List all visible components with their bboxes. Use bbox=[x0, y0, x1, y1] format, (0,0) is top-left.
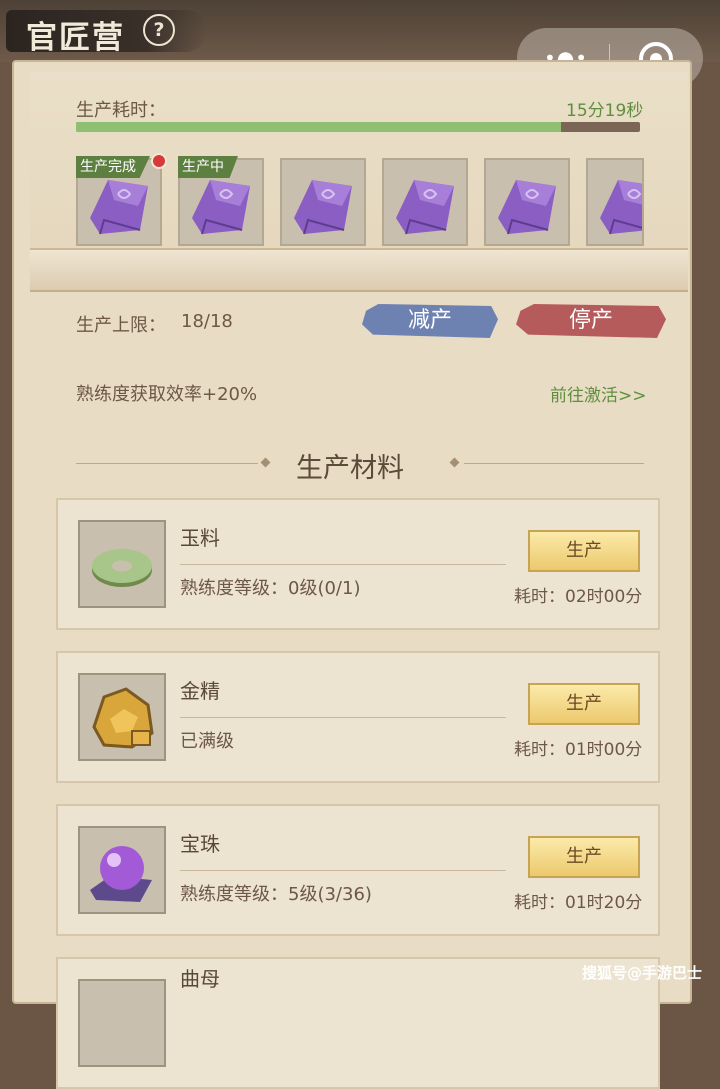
notification-dot bbox=[151, 153, 167, 169]
material-divider bbox=[180, 564, 506, 565]
material-divider bbox=[180, 717, 506, 718]
slot-status-tag: 生产完成 bbox=[76, 156, 150, 178]
section-title: 生产材料 bbox=[296, 453, 404, 484]
material-divider bbox=[180, 870, 506, 871]
jade-icon bbox=[78, 520, 166, 608]
activate-link[interactable]: 前往激活>> bbox=[550, 381, 647, 406]
watermark: 搜狐号@手游巴士 bbox=[582, 964, 703, 982]
material-card: 金精 已满级 生产 耗时：01时00分 bbox=[56, 651, 660, 783]
limit-label: 生产上限： bbox=[76, 315, 166, 336]
help-icon[interactable]: ? bbox=[143, 14, 175, 46]
production-slot[interactable] bbox=[382, 158, 468, 246]
section-divider-left bbox=[76, 463, 258, 464]
material-time: 耗时：01时00分 bbox=[514, 740, 643, 760]
production-slot[interactable] bbox=[586, 158, 644, 246]
limit-value: 18/18 bbox=[181, 311, 233, 332]
produce-button[interactable]: 生产 bbox=[528, 530, 640, 572]
material-level: 熟练度等级：0级(0/1) bbox=[180, 578, 361, 599]
material-level: 熟练度等级：5级(3/36) bbox=[180, 884, 372, 905]
production-time-remaining: 15分19秒 bbox=[566, 101, 644, 121]
cloth-icon bbox=[282, 160, 364, 248]
production-time-label: 生产耗时： bbox=[76, 100, 166, 121]
material-level: 已满级 bbox=[180, 731, 234, 752]
production-slot[interactable] bbox=[484, 158, 570, 246]
stop-button[interactable]: 停产 bbox=[516, 304, 666, 338]
bonus-text: 熟练度获取效率+20% bbox=[76, 384, 258, 405]
material-time: 耗时：01时20分 bbox=[514, 893, 643, 913]
production-progress-bar bbox=[76, 122, 640, 132]
material-time: 耗时：02时00分 bbox=[514, 587, 643, 607]
shelf-board bbox=[30, 248, 688, 292]
produce-button[interactable]: 生产 bbox=[528, 683, 640, 725]
material-card: 曲母 bbox=[56, 957, 660, 1089]
cloth-icon bbox=[384, 160, 466, 248]
cloth-icon bbox=[486, 160, 568, 248]
produce-button[interactable]: 生产 bbox=[528, 836, 640, 878]
material-card: 玉料 熟练度等级：0级(0/1) 生产 耗时：02时00分 bbox=[56, 498, 660, 630]
material-name: 宝珠 bbox=[180, 832, 220, 856]
slot-status-tag: 生产中 bbox=[178, 156, 238, 178]
progress-fill bbox=[76, 122, 562, 132]
cloth-icon bbox=[588, 160, 642, 244]
pearl-icon bbox=[78, 826, 166, 914]
section-divider-right bbox=[464, 463, 644, 464]
production-slot[interactable] bbox=[280, 158, 366, 246]
gold-ore-icon bbox=[78, 673, 166, 761]
material-name: 玉料 bbox=[180, 526, 220, 550]
material-icon bbox=[78, 979, 166, 1067]
page-title: 官匠营 bbox=[26, 20, 125, 56]
material-name: 曲母 bbox=[180, 967, 220, 991]
material-name: 金精 bbox=[180, 679, 220, 703]
reduce-button[interactable]: 减产 bbox=[362, 304, 498, 338]
material-card: 宝珠 熟练度等级：5级(3/36) 生产 耗时：01时20分 bbox=[56, 804, 660, 936]
